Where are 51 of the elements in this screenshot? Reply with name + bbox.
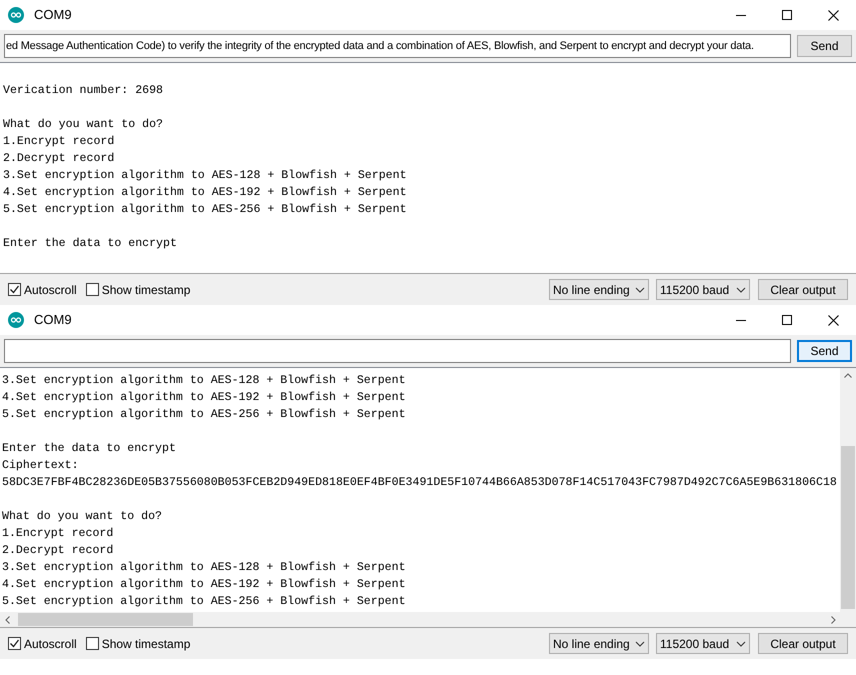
autoscroll-label: Autoscroll: [24, 282, 77, 298]
message-input-field[interactable]: ed Message Authentication Code) to verify the integrity of the encrypted data and a combination of AES, Blowfish, and Serpent to encrypt and decrypt your data.: [4, 34, 791, 58]
output-line: 1.Encrypt record: [2, 526, 114, 542]
window-title: COM9: [34, 6, 72, 24]
output-line: 4.Set encryption algorithm to AES-192 + Blowfish + Serpent: [2, 390, 406, 406]
checkbox[interactable]: [86, 637, 99, 650]
window-title: COM9: [34, 311, 72, 330]
output-line: 5.Set encryption algorithm to AES-256 + Blowfish + Serpent: [3, 202, 407, 218]
output-line: 3.Set encryption algorithm to AES-128 + Blowfish + Serpent: [2, 560, 406, 576]
message-input-field[interactable]: [4, 339, 791, 363]
scroll-left-icon[interactable]: [5, 616, 10, 624]
output-line: What do you want to do?: [2, 509, 162, 525]
send-button[interactable]: Send: [797, 35, 852, 57]
app-logo-icon: [8, 312, 24, 328]
scroll-up-icon[interactable]: [844, 373, 852, 378]
output-line: 1.Encrypt record: [3, 134, 114, 150]
output-line: 2.Decrypt record: [3, 151, 114, 167]
chevron-down-icon: [635, 640, 645, 646]
line-ending-dropdown[interactable]: No line ending: [549, 633, 649, 654]
checkbox[interactable]: [86, 283, 99, 296]
output-line: 3.Set encryption algorithm to AES-128 + Blowfish + Serpent: [2, 373, 406, 389]
checkbox[interactable]: [8, 283, 21, 296]
send-button[interactable]: Send: [797, 340, 852, 362]
output-line: What do you want to do?: [3, 117, 164, 133]
output-line: Enter the data to encrypt: [2, 441, 176, 457]
line-ending-dropdown[interactable]: No line ending: [549, 279, 649, 300]
clear-output-button[interactable]: Clear output: [758, 633, 848, 654]
autoscroll-label: Autoscroll: [24, 636, 77, 652]
baud-rate-dropdown[interactable]: 115200 baud: [656, 633, 750, 654]
clear-output-button[interactable]: Clear output: [758, 279, 848, 300]
output-line: 4.Set encryption algorithm to AES-192 + Blowfish + Serpent: [2, 577, 406, 593]
output-line: 3.Set encryption algorithm to AES-128 + Blowfish + Serpent: [3, 168, 407, 184]
timestamp-label: Show timestamp: [102, 282, 190, 298]
output-line: 58DC3E7FBF4BC28236DE05B37556080B053FCEB2D949ED818E0EF4BF0E3491DE5F10744B66A853D078F14C517043FC7987D492C7C6A5E9B631806C18: [2, 475, 837, 491]
output-line: Ciphertext:: [2, 458, 79, 474]
vertical-scrollbar[interactable]: [840, 368, 856, 613]
output-line: 5.Set encryption algorithm to AES-256 + Blowfish + Serpent: [2, 594, 406, 610]
output-line: 5.Set encryption algorithm to AES-256 + Blowfish + Serpent: [2, 407, 406, 423]
baud-rate-dropdown[interactable]: 115200 baud: [656, 279, 750, 300]
output-line: Verication number: 2698: [3, 83, 164, 99]
scroll-right-icon[interactable]: [831, 616, 836, 624]
chevron-down-icon: [635, 286, 645, 292]
app-logo-icon: [8, 7, 24, 23]
output-line: 2.Decrypt record: [2, 543, 114, 559]
horizontal-scrollbar[interactable]: [0, 612, 840, 627]
output-line: 4.Set encryption algorithm to AES-192 + Blowfish + Serpent: [3, 185, 407, 201]
chevron-down-icon: [736, 286, 746, 292]
output-line: Enter the data to encrypt: [3, 236, 177, 252]
checkbox[interactable]: [8, 637, 21, 650]
chevron-down-icon: [736, 640, 746, 646]
timestamp-label: Show timestamp: [102, 636, 190, 652]
